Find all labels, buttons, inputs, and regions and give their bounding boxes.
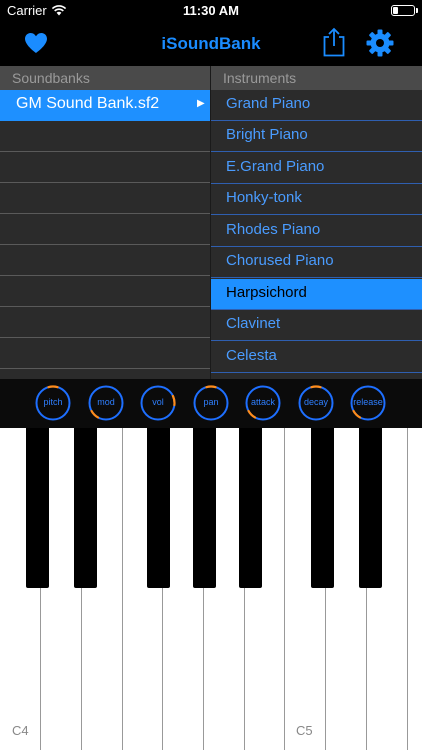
- instrument-label: Harpsichord: [226, 284, 307, 301]
- knob-label: pitch: [43, 397, 63, 407]
- soundbanks-panel: Soundbanks GM Sound Bank.sf2 ▶: [0, 66, 210, 379]
- soundbank-empty-row: [0, 338, 210, 369]
- pan-knob[interactable]: pan: [193, 385, 229, 421]
- vol-knob[interactable]: vol: [140, 385, 176, 421]
- black-key-a-sharp-4[interactable]: [239, 428, 262, 588]
- status-time: 11:30 AM: [183, 3, 239, 18]
- instrument-label: Clavinet: [226, 315, 281, 332]
- soundbanks-header: Soundbanks: [0, 66, 210, 90]
- nav-bar: iSoundBank: [0, 22, 422, 66]
- black-key-c-sharp-5[interactable]: [311, 428, 334, 588]
- instrument-row[interactable]: Harpsichord: [211, 279, 422, 310]
- knob-label: release: [353, 397, 383, 407]
- share-icon[interactable]: [322, 27, 346, 57]
- instrument-row[interactable]: Rhodes Piano: [211, 216, 422, 247]
- instrument-row[interactable]: Chorused Piano: [211, 247, 422, 278]
- instrument-label: Chorused Piano: [226, 252, 334, 269]
- instrument-row[interactable]: Bright Piano: [211, 121, 422, 152]
- gear-icon[interactable]: [366, 29, 394, 57]
- knob-label: attack: [250, 397, 275, 407]
- battery-tip: [416, 8, 418, 13]
- instrument-row[interactable]: Clavinet: [211, 310, 422, 341]
- knob-label: pan: [203, 397, 219, 407]
- instrument-row[interactable]: Honky-tonk: [211, 184, 422, 215]
- soundbank-empty-row: [0, 307, 210, 338]
- instrument-label: Bright Piano: [226, 126, 308, 143]
- soundbank-row-gm-sound-bank[interactable]: GM Sound Bank.sf2 ▶: [0, 90, 210, 121]
- instruments-header: Instruments: [211, 66, 422, 90]
- disclosure-arrow-icon: ▶: [197, 98, 205, 109]
- battery-icon: [391, 5, 415, 16]
- instrument-label: Celesta: [226, 347, 277, 364]
- attack-knob[interactable]: attack: [245, 385, 281, 421]
- knob-bar: pitch mod vol pan attack decay release: [0, 379, 422, 428]
- mod-knob[interactable]: mod: [88, 385, 124, 421]
- instrument-label: Honky-tonk: [226, 189, 302, 206]
- battery-level: [393, 7, 398, 14]
- soundbank-empty-row: [0, 121, 210, 152]
- black-key-g-sharp-4[interactable]: [193, 428, 216, 588]
- soundbank-empty-row: [0, 276, 210, 307]
- soundbank-label: GM Sound Bank.sf2: [16, 95, 160, 112]
- key-label-c4: C4: [12, 723, 29, 738]
- release-knob[interactable]: release: [350, 385, 386, 421]
- piano-keyboard: C4 C5: [0, 428, 422, 750]
- instrument-label: Rhodes Piano: [226, 221, 321, 238]
- soundbank-empty-row: [0, 152, 210, 183]
- soundbank-empty-row: [0, 245, 210, 276]
- decay-knob[interactable]: decay: [298, 385, 334, 421]
- pitch-knob[interactable]: pitch: [35, 385, 71, 421]
- app-title: iSoundBank: [161, 34, 261, 53]
- soundbank-empty-row: [0, 183, 210, 214]
- black-key-c-sharp-4[interactable]: [26, 428, 49, 588]
- black-key-d-sharp-5[interactable]: [359, 428, 382, 588]
- knob-label: decay: [303, 397, 329, 407]
- instrument-label: E.Grand Piano: [226, 158, 325, 175]
- knob-label: vol: [152, 397, 164, 407]
- instrument-label: Grand Piano: [226, 95, 311, 112]
- key-label-c5: C5: [296, 723, 313, 738]
- black-key-f-sharp-4[interactable]: [147, 428, 170, 588]
- instrument-row[interactable]: Grand Piano: [211, 90, 422, 121]
- instruments-panel: Instruments Grand Piano Bright Piano E.G…: [211, 66, 422, 379]
- soundbank-empty-row: [0, 214, 210, 245]
- status-bar: Carrier 11:30 AM: [0, 0, 422, 22]
- white-key-f5[interactable]: [408, 428, 422, 750]
- black-key-d-sharp-4[interactable]: [74, 428, 97, 588]
- instrument-row[interactable]: Celesta: [211, 342, 422, 373]
- instrument-row[interactable]: E.Grand Piano: [211, 153, 422, 184]
- knob-label: mod: [97, 397, 115, 407]
